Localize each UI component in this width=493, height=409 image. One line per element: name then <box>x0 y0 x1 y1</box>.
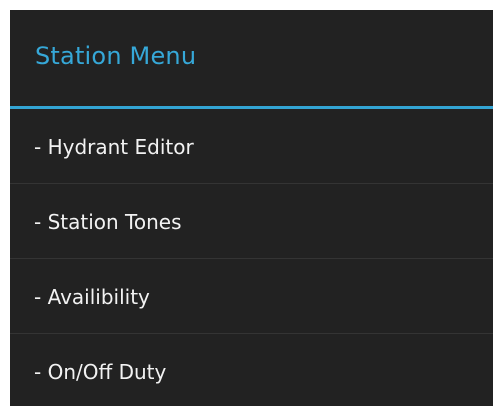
station-menu-panel: Station Menu - Hydrant Editor - Station … <box>10 10 493 406</box>
menu-list: - Hydrant Editor - Station Tones - Avail… <box>10 109 493 409</box>
menu-item-label: - Station Tones <box>34 210 182 234</box>
menu-item-station-tones[interactable]: - Station Tones <box>10 184 493 259</box>
menu-title: Station Menu <box>35 42 197 70</box>
menu-item-label: - On/Off Duty <box>34 360 167 384</box>
menu-header: Station Menu <box>10 10 493 106</box>
menu-item-hydrant-editor[interactable]: - Hydrant Editor <box>10 109 493 184</box>
menu-item-on-off-duty[interactable]: - On/Off Duty <box>10 334 493 409</box>
screen: Station Menu - Hydrant Editor - Station … <box>0 0 493 406</box>
menu-item-label: - Availibility <box>34 285 150 309</box>
menu-item-label: - Hydrant Editor <box>34 135 194 159</box>
menu-item-availibility[interactable]: - Availibility <box>10 259 493 334</box>
